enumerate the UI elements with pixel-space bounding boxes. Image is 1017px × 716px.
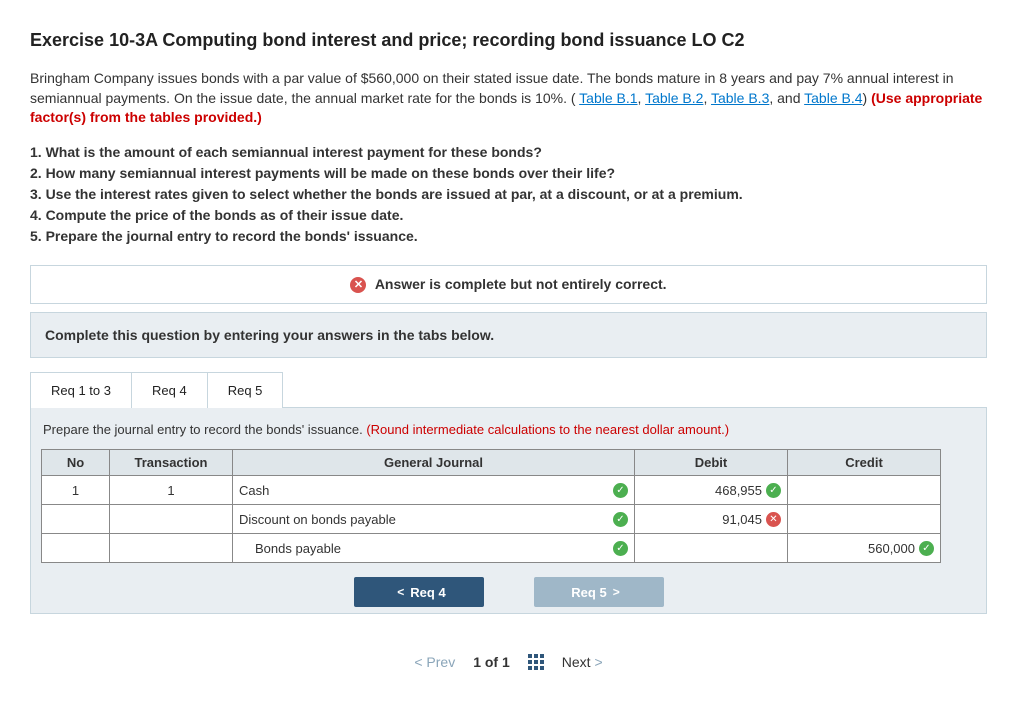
- req-nav: < Req 4 Req 5 >: [41, 577, 976, 607]
- prev-page-button[interactable]: < Prev: [414, 654, 455, 670]
- tab-content: Prepare the journal entry to record the …: [30, 407, 987, 614]
- cell-account[interactable]: Cash ✓: [233, 476, 635, 505]
- problem-statement: Bringham Company issues bonds with a par…: [30, 69, 987, 128]
- page-nav: < Prev 1 of 1 Next >: [30, 654, 987, 670]
- next-page-button[interactable]: Next >: [562, 654, 603, 670]
- cell-debit[interactable]: [635, 534, 788, 563]
- tab-req-5[interactable]: Req 5: [207, 372, 284, 408]
- cell-tx[interactable]: [110, 505, 233, 534]
- col-credit: Credit: [788, 450, 941, 476]
- check-circle-icon: ✓: [766, 483, 781, 498]
- cell-no[interactable]: [42, 505, 110, 534]
- cell-no[interactable]: 1: [42, 476, 110, 505]
- check-circle-icon: ✓: [613, 512, 628, 527]
- cell-account[interactable]: Bonds payable ✓: [233, 534, 635, 563]
- page-position: 1 of 1: [473, 654, 510, 670]
- link-table-b2[interactable]: Table B.2: [645, 90, 703, 106]
- exercise-title: Exercise 10-3A Computing bond interest a…: [30, 30, 987, 51]
- status-text: Answer is complete but not entirely corr…: [375, 276, 667, 292]
- cell-debit[interactable]: 468,955 ✓: [635, 476, 788, 505]
- instruction-bar: Complete this question by entering your …: [30, 312, 987, 358]
- cell-credit[interactable]: [788, 476, 941, 505]
- journal-entry-table: No Transaction General Journal Debit Cre…: [41, 449, 941, 563]
- chevron-left-icon: <: [414, 654, 422, 670]
- chevron-left-icon: <: [397, 585, 404, 599]
- cell-debit[interactable]: 91,045 ✕: [635, 505, 788, 534]
- cell-credit[interactable]: 560,000 ✓: [788, 534, 941, 563]
- table-row: Discount on bonds payable ✓ 91,045 ✕: [42, 505, 941, 534]
- question-3: 3. Use the interest rates given to selec…: [30, 184, 987, 205]
- x-circle-icon: ✕: [766, 512, 781, 527]
- cell-no[interactable]: [42, 534, 110, 563]
- col-gj: General Journal: [233, 450, 635, 476]
- prev-req-button[interactable]: < Req 4: [354, 577, 484, 607]
- cell-credit[interactable]: [788, 505, 941, 534]
- answer-status-bar: ✕ Answer is complete but not entirely co…: [30, 265, 987, 304]
- col-debit: Debit: [635, 450, 788, 476]
- tab-strip: Req 1 to 3 Req 4 Req 5: [30, 372, 987, 408]
- tab-req-1-3[interactable]: Req 1 to 3: [30, 372, 132, 408]
- tab-req-4[interactable]: Req 4: [131, 372, 208, 408]
- x-circle-icon: ✕: [350, 277, 366, 293]
- question-1: 1. What is the amount of each semiannual…: [30, 142, 987, 163]
- cell-tx[interactable]: [110, 534, 233, 563]
- col-no: No: [42, 450, 110, 476]
- check-circle-icon: ✓: [613, 483, 628, 498]
- chevron-right-icon: >: [594, 654, 602, 670]
- question-5: 5. Prepare the journal entry to record t…: [30, 226, 987, 247]
- link-table-b4[interactable]: Table B.4: [804, 90, 862, 106]
- cell-account[interactable]: Discount on bonds payable ✓: [233, 505, 635, 534]
- table-row: Bonds payable ✓ 560,000 ✓: [42, 534, 941, 563]
- tab-instruction: Prepare the journal entry to record the …: [43, 422, 366, 437]
- table-row: 1 1 Cash ✓ 468,955 ✓: [42, 476, 941, 505]
- question-list: 1. What is the amount of each semiannual…: [30, 142, 987, 247]
- check-circle-icon: ✓: [613, 541, 628, 556]
- rounding-note: (Round intermediate calculations to the …: [366, 422, 729, 437]
- grid-icon[interactable]: [528, 654, 544, 670]
- cell-tx[interactable]: 1: [110, 476, 233, 505]
- question-4: 4. Compute the price of the bonds as of …: [30, 205, 987, 226]
- check-circle-icon: ✓: [919, 541, 934, 556]
- link-table-b3[interactable]: Table B.3: [711, 90, 769, 106]
- question-2: 2. How many semiannual interest payments…: [30, 163, 987, 184]
- next-req-button[interactable]: Req 5 >: [534, 577, 664, 607]
- link-table-b1[interactable]: Table B.1: [579, 90, 637, 106]
- chevron-right-icon: >: [613, 585, 620, 599]
- col-tx: Transaction: [110, 450, 233, 476]
